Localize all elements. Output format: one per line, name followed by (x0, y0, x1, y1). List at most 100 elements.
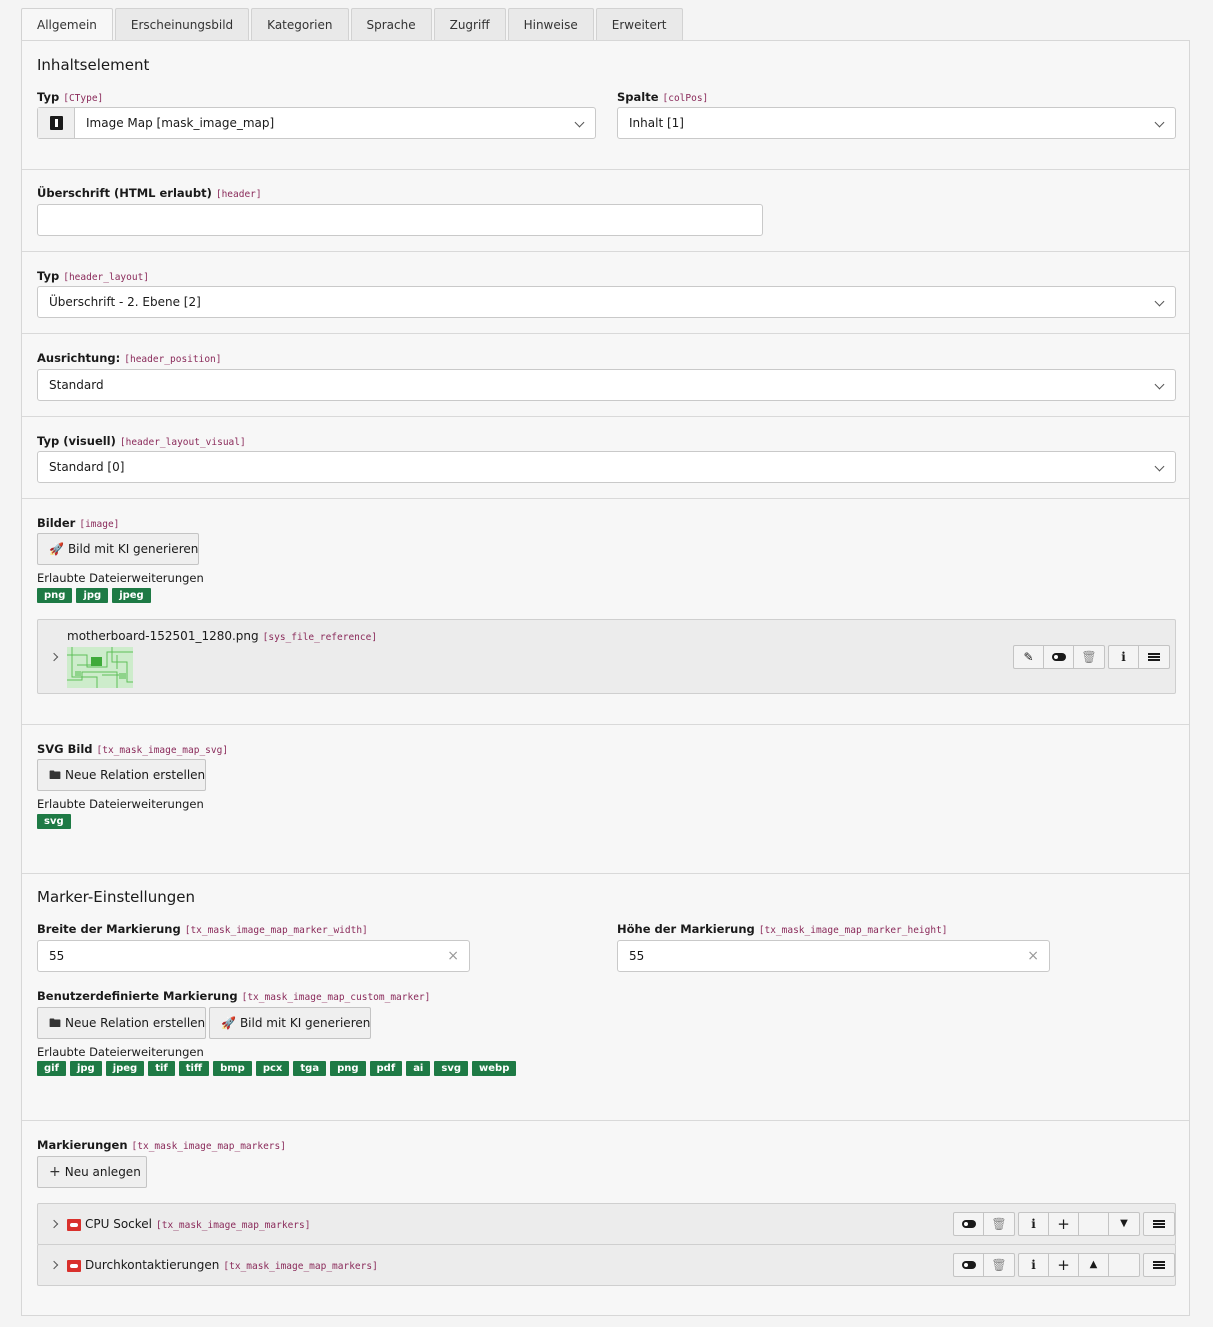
extension-badge: jpeg (112, 588, 151, 603)
file-reference-record[interactable]: motherboard-152501_1280.png [sys_file_ref… (37, 619, 1176, 694)
marker-record-controls: 🗑 i + ▲ (950, 1253, 1175, 1277)
allowed-extensions-badges: png jpg jpeg (37, 588, 155, 603)
extension-badge: gif (37, 1061, 66, 1076)
tab-kategorien[interactable]: Kategorien (251, 8, 349, 41)
toggle-icon[interactable] (954, 1213, 984, 1235)
bars-icon[interactable] (1144, 1254, 1174, 1276)
tab-sprache[interactable]: Sprache (350, 8, 432, 41)
new-relation-button[interactable]: 🖿 Neue Relation erstellen (37, 1007, 206, 1039)
clear-icon[interactable]: × (1027, 941, 1039, 971)
extension-badge: webp (472, 1061, 517, 1076)
trash-icon[interactable]: 🗑 (984, 1254, 1014, 1276)
section-title-content-element: Inhaltselement (37, 56, 150, 74)
chevron-right-icon[interactable] (49, 1260, 59, 1270)
tab-bar: Allgemein Erscheinungsbild Kategorien Sp… (21, 8, 685, 42)
rocket-icon: 🚀 (221, 1016, 236, 1030)
header-position-select[interactable]: Standard (37, 369, 1176, 401)
plus-icon: + (49, 1164, 61, 1180)
info-icon[interactable]: i (1019, 1213, 1049, 1235)
chevron-down-icon (1154, 117, 1165, 128)
bars-icon[interactable] (1144, 1213, 1174, 1235)
tab-hinweise[interactable]: Hinweise (507, 8, 594, 41)
marker-record[interactable]: CPU Sockel [tx_mask_image_map_markers] 🗑 … (37, 1203, 1176, 1245)
extension-badge: png (37, 588, 73, 603)
clear-icon[interactable]: × (447, 941, 459, 971)
folder-icon: 🖿 (49, 768, 62, 782)
folder-icon: 🖿 (49, 1016, 62, 1030)
extension-badge: tif (148, 1061, 175, 1076)
divider (22, 416, 1189, 417)
marker-width-label: Breite der Markierung [tx_mask_image_map_… (37, 922, 368, 936)
empty-slot (1109, 1254, 1139, 1276)
marker-record-title: Durchkontaktierungen [tx_mask_image_map_m… (85, 1258, 378, 1272)
divider (22, 1120, 1189, 1121)
marker-width-input[interactable]: 55 × (37, 940, 470, 972)
new-marker-button[interactable]: + Neu anlegen (37, 1156, 147, 1188)
trash-icon[interactable]: 🗑 (984, 1213, 1014, 1235)
tab-allgemein[interactable]: Allgemein (21, 8, 113, 42)
extension-badge: jpg (69, 1061, 102, 1076)
chevron-right-icon[interactable] (49, 1219, 59, 1229)
caret-up-icon[interactable]: ▲ (1079, 1254, 1109, 1276)
chevron-down-icon (1154, 379, 1165, 390)
caret-down-icon[interactable]: ▼ (1109, 1213, 1139, 1235)
allowed-extensions-badges: svg (37, 814, 75, 829)
header-input[interactable] (37, 204, 763, 236)
chevron-down-icon (574, 117, 585, 128)
image-map-icon (38, 108, 75, 138)
colpos-label: Spalte [colPos] (617, 90, 709, 104)
marker-height-input[interactable]: 55 × (617, 940, 1050, 972)
ctype-value: Image Map [mask_image_map] (86, 116, 275, 130)
header-layout-value: Überschrift - 2. Ebene [2] (49, 295, 201, 309)
marker-height-label: Höhe der Markierung [tx_mask_image_map_ma… (617, 922, 948, 936)
marker-record-icon (67, 1219, 81, 1231)
header-layout-label: Typ [header_layout] (37, 269, 150, 283)
allowed-extensions-label: Erlaubte Dateierweiterungen (37, 797, 204, 811)
chevron-right-icon[interactable] (49, 652, 59, 662)
svg-image-label: SVG Bild [tx_mask_image_map_svg] (37, 742, 229, 756)
extension-badge: ai (406, 1061, 431, 1076)
toggle-icon[interactable] (1044, 646, 1074, 668)
divider (22, 333, 1189, 334)
header-layout-select[interactable]: Überschrift - 2. Ebene [2] (37, 286, 1176, 318)
header-position-label: Ausrichtung: [header_position] (37, 351, 222, 365)
trash-icon[interactable]: 🗑 (1074, 646, 1104, 668)
divider (22, 873, 1189, 874)
tab-erscheinungsbild[interactable]: Erscheinungsbild (114, 8, 250, 41)
extension-badge: jpeg (105, 1061, 145, 1076)
extension-badge: tga (293, 1061, 327, 1076)
divider (22, 251, 1189, 252)
info-icon[interactable]: i (1109, 646, 1139, 668)
divider (22, 498, 1189, 499)
toggle-icon[interactable] (954, 1254, 984, 1276)
extension-badge: pdf (369, 1061, 403, 1076)
plus-icon[interactable]: + (1049, 1213, 1079, 1235)
custom-marker-label: Benutzerdefinierte Markierung [tx_mask_im… (37, 989, 431, 1003)
extension-badge: jpg (76, 588, 109, 603)
header-label: Überschrift (HTML erlaubt) [header] (37, 186, 262, 200)
header-layout-visual-value: Standard [0] (49, 460, 125, 474)
generate-image-ai-button[interactable]: 🚀 Bild mit KI generieren (37, 533, 199, 565)
tab-zugriff[interactable]: Zugriff (433, 8, 506, 41)
extension-badge: svg (37, 814, 71, 829)
extension-badge: bmp (213, 1061, 252, 1076)
info-icon[interactable]: i (1019, 1254, 1049, 1276)
bars-icon[interactable] (1139, 646, 1169, 668)
marker-record[interactable]: Durchkontaktierungen [tx_mask_image_map_m… (37, 1244, 1176, 1286)
extension-badge: tiff (178, 1061, 210, 1076)
divider (22, 169, 1189, 170)
header-layout-visual-select[interactable]: Standard [0] (37, 451, 1176, 483)
file-name: motherboard-152501_1280.png (67, 629, 259, 643)
new-relation-button[interactable]: 🖿 Neue Relation erstellen (37, 759, 206, 791)
tab-erweitert[interactable]: Erweitert (595, 8, 683, 41)
ctype-select[interactable]: Image Map [mask_image_map] (37, 107, 596, 139)
file-thumbnail (67, 647, 133, 688)
divider (22, 724, 1189, 725)
plus-icon[interactable]: + (1049, 1254, 1079, 1276)
chevron-down-icon (1154, 296, 1165, 307)
header-position-value: Standard (49, 378, 104, 392)
colpos-select[interactable]: Inhalt [1] (617, 107, 1176, 139)
generate-image-ai-button[interactable]: 🚀 Bild mit KI generieren (209, 1007, 371, 1039)
pencil-icon[interactable]: ✎ (1014, 646, 1044, 668)
colpos-value: Inhalt [1] (629, 116, 684, 130)
